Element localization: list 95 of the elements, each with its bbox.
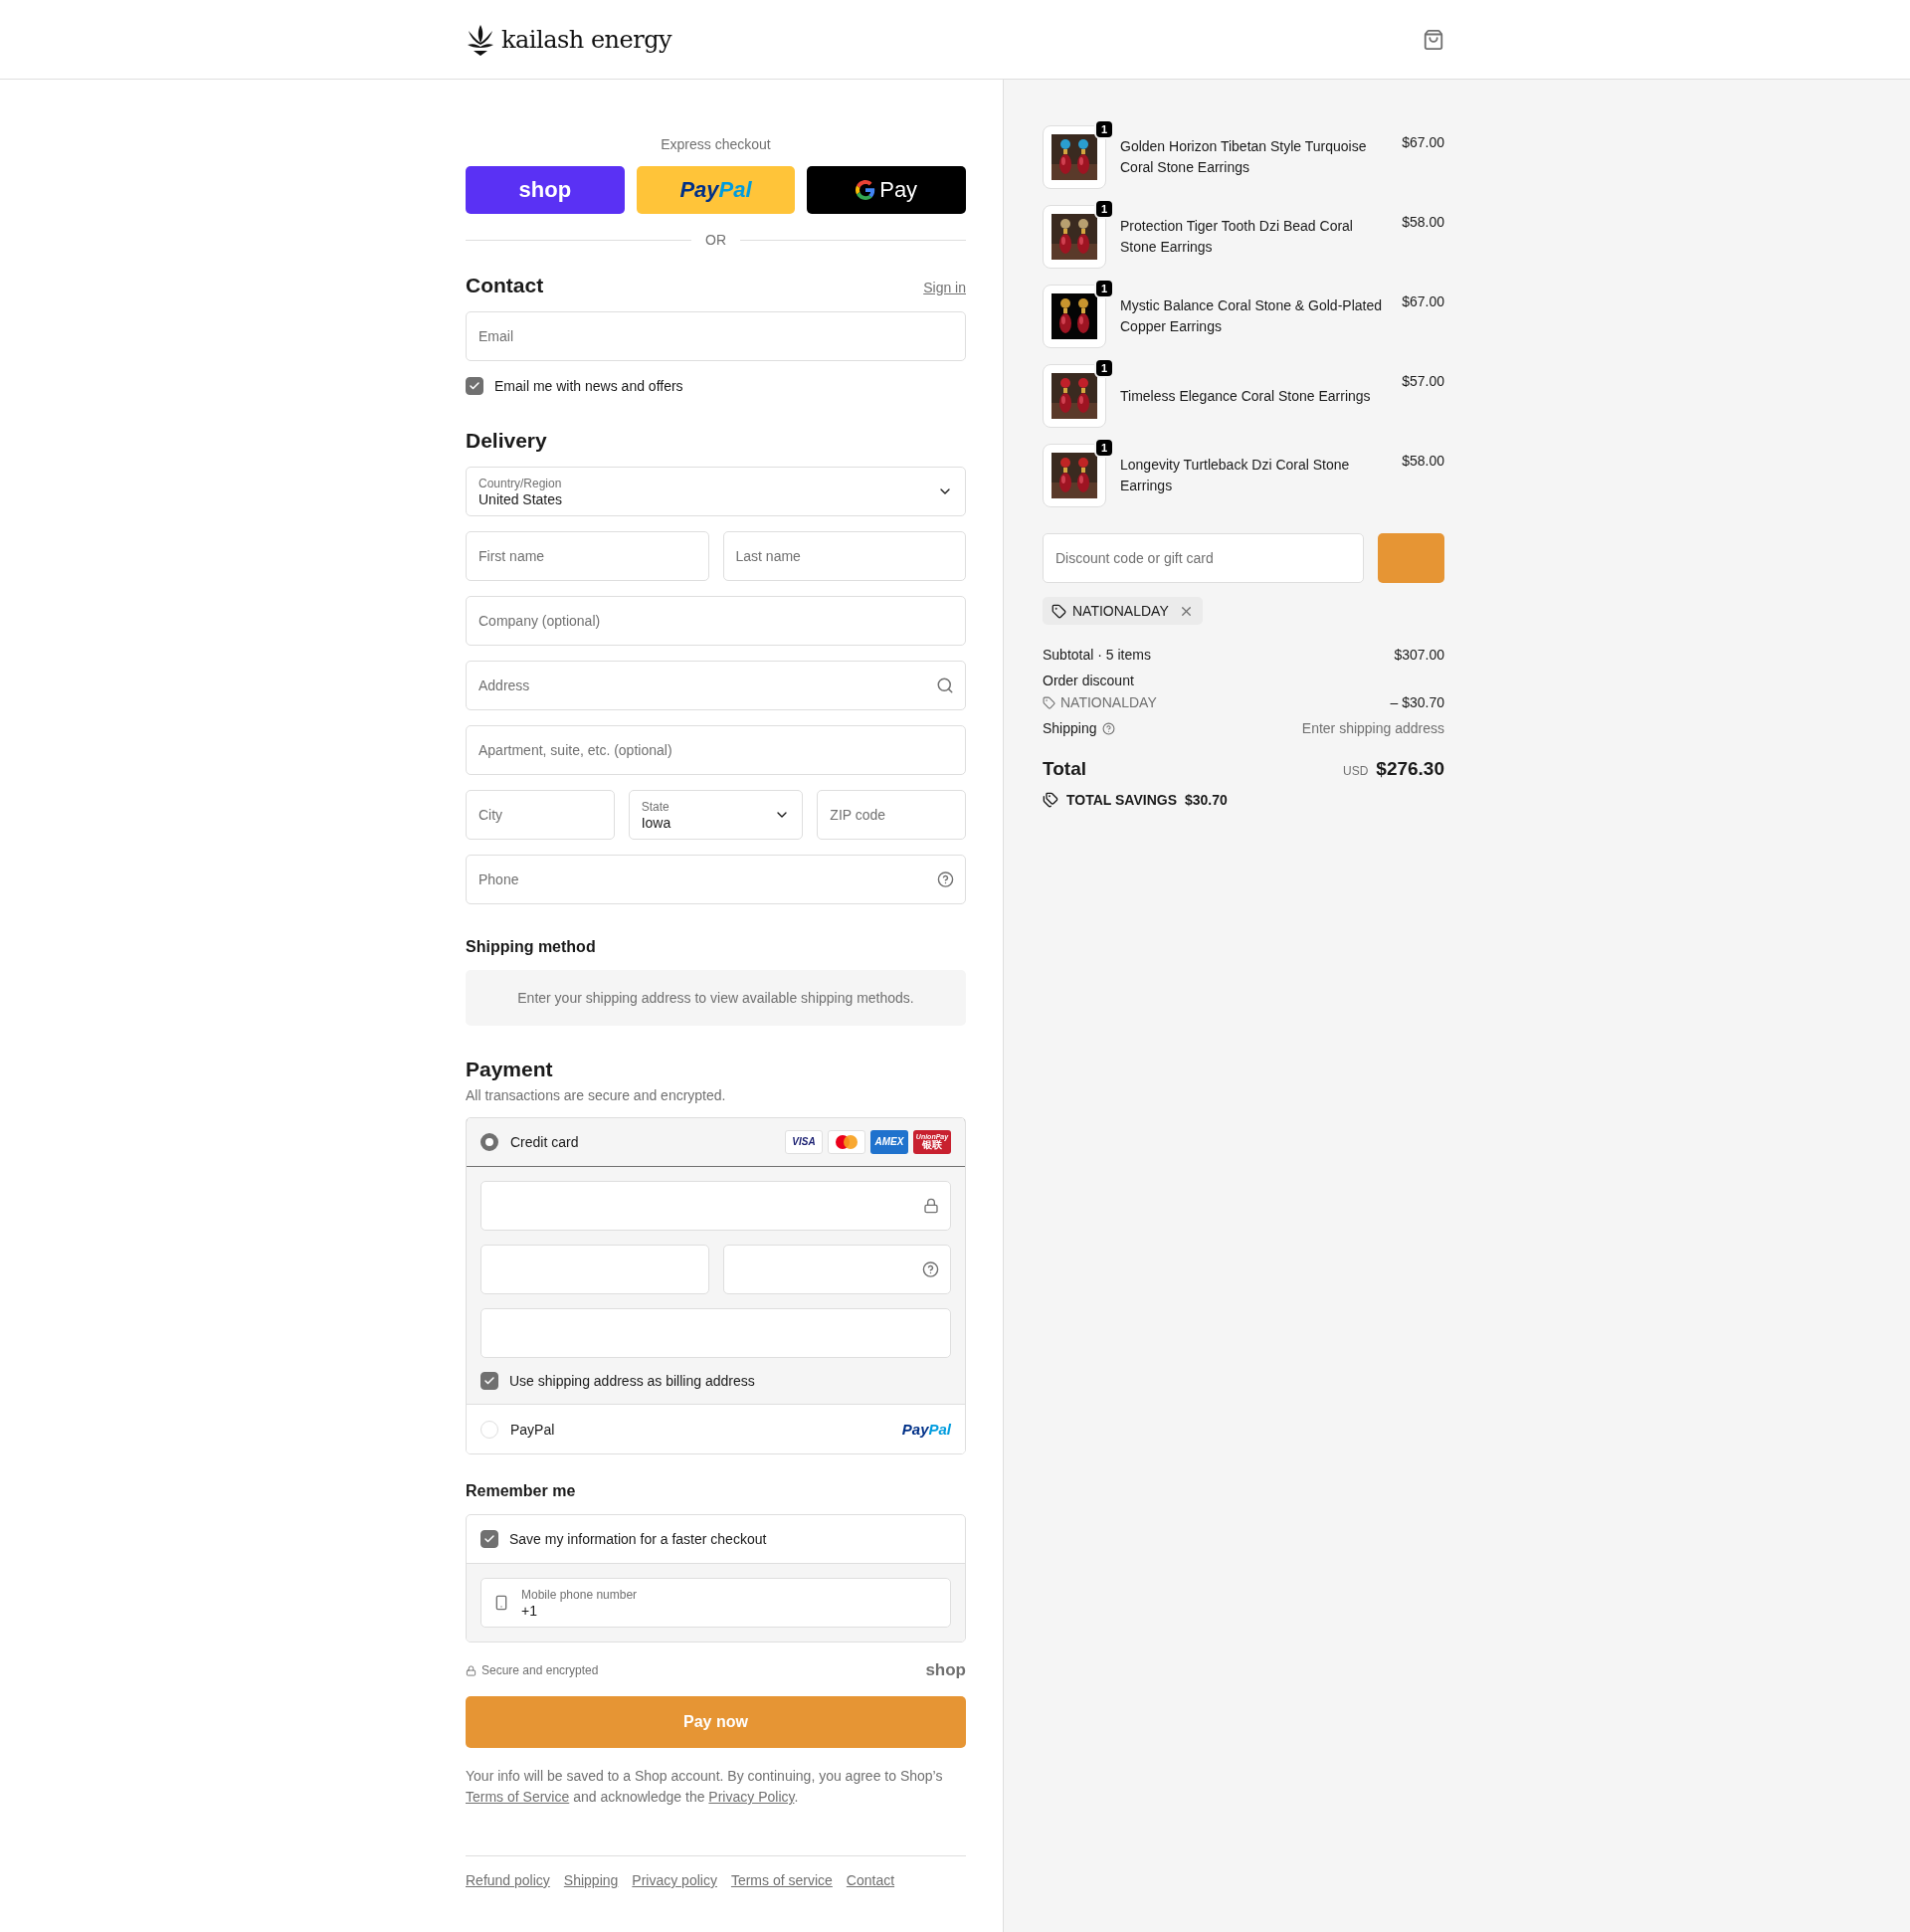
product-price: $58.00 [1402, 214, 1444, 230]
checkbox-label: Email me with news and offers [494, 378, 683, 394]
payment-option[interactable]: PayPal PayPal [467, 1404, 965, 1453]
help-icon [1101, 721, 1115, 735]
input-field[interactable]: City [466, 790, 615, 840]
product-name: Mystic Balance Coral Stone & Gold-Plated Copper Earrings [1120, 296, 1383, 336]
input-field[interactable]: Phone [466, 855, 966, 904]
shipping-notice: Enter your shipping address to view available shipping methods. [466, 970, 966, 1026]
help-icon [922, 1260, 939, 1278]
savings-value: $30.70 [1185, 792, 1228, 808]
email-field[interactable]: Email [466, 311, 966, 361]
check-icon [469, 380, 480, 392]
input-field[interactable]: Last name [722, 531, 966, 581]
phone-field[interactable]: Mobile phone number +1 [480, 1578, 951, 1628]
input-field[interactable]: Address [466, 661, 966, 710]
footer-link[interactable]: Refund policy [466, 1872, 550, 1888]
card-brand-icon [828, 1129, 865, 1154]
select-field[interactable]: Country/Region United States [466, 467, 966, 516]
checkbox[interactable] [480, 1530, 498, 1548]
tag-icon [1051, 603, 1066, 619]
product-name: Golden Horizon Tibetan Style Turquoise Coral Stone Earrings [1120, 137, 1368, 177]
lock-icon [466, 1664, 477, 1676]
discount-code: NATIONALDAY [1060, 694, 1157, 710]
footer-link[interactable]: Contact [846, 1872, 895, 1888]
product-price: $57.00 [1402, 373, 1444, 389]
google-pay-button[interactable]: Pay [807, 166, 966, 214]
help-icon [937, 870, 954, 888]
secure-note: Secure and encrypted [481, 1663, 599, 1677]
quantity-badge: 1 [1094, 279, 1114, 298]
checkbox-label: Save my information for a faster checkout [509, 1531, 767, 1547]
discount-field[interactable]: Discount code or gift card [1043, 533, 1364, 583]
section-heading: Remember me [466, 1482, 577, 1500]
legal-link[interactable]: Terms of Service [466, 1789, 570, 1805]
lock-icon [923, 1198, 939, 1214]
product-name: Protection Tiger Tooth Dzi Bead Coral Stone Earrings [1120, 217, 1354, 257]
product-price: $67.00 [1402, 134, 1444, 150]
discount-tag: NATIONALDAY [1043, 597, 1203, 625]
quantity-badge: 1 [1094, 119, 1114, 139]
radio-button[interactable] [480, 1132, 498, 1151]
discount-value: – $30.70 [1390, 694, 1444, 710]
card-field[interactable] [722, 1245, 951, 1294]
shop-pay-button[interactable]: shop [466, 166, 625, 214]
input-field[interactable]: ZIP code [817, 790, 966, 840]
divider-text: OR [705, 232, 726, 248]
phone-icon [493, 1595, 509, 1611]
currency-code: USD [1342, 764, 1369, 778]
input-field[interactable]: Apartment, suite, etc. (optional) [466, 725, 966, 775]
quantity-badge: 1 [1094, 199, 1114, 219]
tag-icon [1043, 695, 1055, 709]
sign-in-link[interactable]: Sign in [923, 280, 966, 295]
brand-logo[interactable]: kailash energy [501, 25, 672, 54]
section-heading: Shipping method [466, 938, 596, 956]
check-icon [483, 1533, 495, 1545]
footer-link[interactable]: Privacy policy [632, 1872, 717, 1888]
check-icon [483, 1375, 495, 1387]
product-price: $58.00 [1402, 453, 1444, 469]
quantity-badge: 1 [1094, 358, 1114, 378]
checkbox[interactable] [466, 377, 483, 395]
section-heading: Delivery [466, 429, 547, 453]
card-field[interactable] [480, 1181, 951, 1231]
cart-icon[interactable] [1423, 28, 1444, 51]
input-field[interactable]: Company (optional) [466, 596, 966, 646]
paypal-logo: PayPal [901, 1421, 951, 1438]
section-heading: Payment [466, 1058, 554, 1081]
footer-link[interactable]: Shipping [563, 1872, 619, 1888]
search-icon [936, 676, 954, 694]
payment-subtitle: All transactions are secure and encrypted. [466, 1087, 727, 1103]
checkbox[interactable] [480, 1372, 498, 1390]
shop-logo: shop [925, 1660, 966, 1680]
select-field[interactable]: State Iowa [628, 790, 804, 840]
input-field[interactable]: First name [466, 531, 709, 581]
checkbox-label: Use shipping address as billing address [509, 1373, 755, 1389]
shipping-label: Shipping [1043, 720, 1097, 736]
card-brand-icon: AMEX [870, 1129, 908, 1154]
g-icon [856, 180, 876, 200]
product-price: $67.00 [1402, 293, 1444, 309]
total-value: $276.30 [1376, 758, 1444, 780]
section-heading: Contact [466, 274, 544, 297]
legal-text: Your info will be saved to a Shop account. By continuing, you agree to Shop’s Terms of Service and acknowledge the Privacy Policy. [466, 1767, 944, 1807]
subtotal-label: Subtotal · 5 items [1043, 647, 1151, 663]
savings-label: TOTAL SAVINGS [1066, 792, 1177, 808]
quantity-badge: 1 [1094, 438, 1114, 458]
tags-icon [1043, 792, 1058, 808]
product-name: Timeless Elegance Coral Stone Earrings [1120, 386, 1372, 406]
footer-link[interactable]: Terms of service [730, 1872, 833, 1888]
card-field[interactable] [480, 1308, 951, 1358]
card-brand-icon: VISA [785, 1129, 823, 1154]
card-field[interactable] [480, 1245, 709, 1294]
order-discount-label: Order discount [1043, 673, 1134, 688]
express-checkout-title: Express checkout [660, 136, 772, 152]
shipping-value: Enter shipping address [1301, 720, 1444, 736]
subtotal-value: $307.00 [1394, 647, 1444, 663]
paypal-button[interactable]: PayPal [636, 166, 796, 214]
product-name: Longevity Turtleback Dzi Coral Stone Earrings [1120, 456, 1351, 495]
total-label: Total [1043, 758, 1086, 780]
